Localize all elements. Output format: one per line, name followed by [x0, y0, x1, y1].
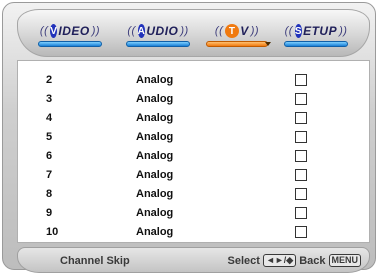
skip-checkbox[interactable] — [295, 112, 307, 124]
tab-setup[interactable]: ((S ETUP)) — [284, 22, 348, 48]
channel-number: 9 — [46, 207, 53, 219]
channel-row[interactable]: 7 Analog — [18, 166, 369, 185]
tab-tv-indicator — [206, 41, 268, 47]
status-bar: Channel Skip Select ◄►/◆ Back MENU — [17, 247, 370, 273]
channel-number: 2 — [46, 74, 53, 86]
skip-checkbox[interactable] — [295, 188, 307, 200]
skip-checkbox[interactable] — [295, 207, 307, 219]
tab-setup-label: ETUP — [303, 24, 338, 38]
channel-row[interactable]: 6 Analog — [18, 147, 369, 166]
skip-checkbox[interactable] — [295, 131, 307, 143]
tab-audio[interactable]: ((A UDIO)) — [126, 22, 190, 48]
channel-skip-list: 2 Analog 3 Analog 4 Analog 5 Analog 6 An… — [17, 60, 370, 243]
arrow-keys-icon: ◄►/◆ — [262, 254, 297, 267]
tab-video-label: IDEO — [58, 24, 90, 38]
channel-number: 3 — [46, 93, 53, 105]
skip-checkbox[interactable] — [295, 150, 307, 162]
channel-number: 4 — [46, 112, 53, 124]
tab-setup-initial: S — [294, 24, 303, 38]
channel-type: Analog — [136, 169, 174, 181]
menu-tab-bar: ((V IDEO)) ((A UDIO)) ((T V)) ((S ETUP)) — [17, 9, 370, 57]
channel-row[interactable]: 3 Analog — [18, 90, 369, 109]
channel-number: 10 — [46, 226, 59, 238]
tab-tv-initial: T — [225, 24, 240, 38]
tab-video-initial: V — [50, 24, 58, 38]
menu-title: Channel Skip — [60, 255, 130, 267]
channel-row[interactable]: 10 Analog — [18, 223, 369, 242]
skip-checkbox[interactable] — [295, 93, 307, 105]
channel-type: Analog — [136, 150, 174, 162]
tab-audio-indicator — [126, 41, 190, 47]
tab-video[interactable]: ((V IDEO)) — [38, 22, 102, 48]
channel-number: 6 — [46, 150, 53, 162]
channel-number: 7 — [46, 169, 53, 181]
tab-tv-label: V — [240, 24, 249, 38]
channel-type: Analog — [136, 188, 174, 200]
skip-checkbox[interactable] — [295, 169, 307, 181]
menu-key-icon: MENU — [328, 254, 361, 267]
tab-audio-label: UDIO — [146, 24, 179, 38]
select-hint-label: Select — [227, 254, 260, 267]
tab-video-indicator — [38, 41, 102, 47]
skip-checkbox[interactable] — [295, 74, 307, 86]
tab-setup-indicator — [284, 41, 348, 47]
channel-row[interactable]: 9 Analog — [18, 204, 369, 223]
control-hints: Select ◄►/◆ Back MENU — [228, 254, 361, 267]
channel-row[interactable]: 4 Analog — [18, 109, 369, 128]
channel-row[interactable]: 2 Analog — [18, 71, 369, 90]
channel-number: 8 — [46, 188, 53, 200]
osd-window: ((V IDEO)) ((A UDIO)) ((T V)) ((S ETUP)) 2 A… — [2, 2, 376, 273]
skip-checkbox[interactable] — [295, 226, 307, 238]
channel-type: Analog — [136, 112, 174, 124]
tab-audio-initial: A — [137, 24, 146, 38]
back-hint-label: Back — [299, 254, 326, 267]
channel-type: Analog — [136, 207, 174, 219]
channel-type: Analog — [136, 131, 174, 143]
channel-type: Analog — [136, 226, 174, 238]
channel-number: 5 — [46, 131, 53, 143]
channel-row[interactable]: 8 Analog — [18, 185, 369, 204]
channel-type: Analog — [136, 93, 174, 105]
channel-type: Analog — [136, 74, 174, 86]
channel-row[interactable]: 5 Analog — [18, 128, 369, 147]
tab-tv[interactable]: ((T V)) — [206, 22, 268, 48]
